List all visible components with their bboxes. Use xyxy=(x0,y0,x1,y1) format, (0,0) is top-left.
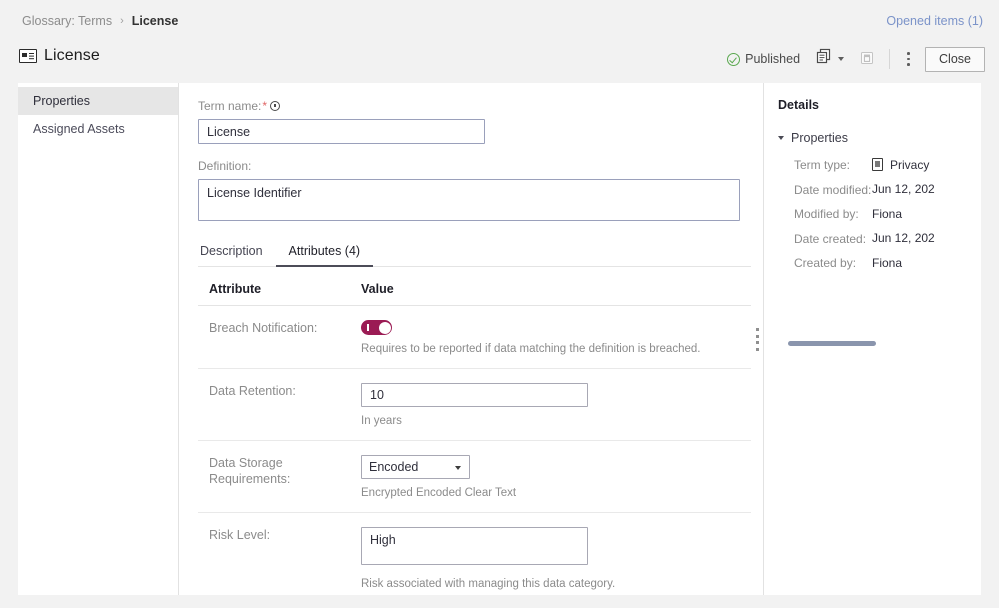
panel-resize-handle[interactable] xyxy=(751,83,764,595)
title-bar: License Published Close xyxy=(0,38,999,81)
breadcrumb-current: License xyxy=(131,14,179,28)
tab-description[interactable]: Description xyxy=(198,244,276,267)
definition-label-text: Definition: xyxy=(198,159,252,173)
page-title: License xyxy=(44,47,100,64)
attributes-table: Attribute Value Breach Notification: Req… xyxy=(198,267,751,595)
detail-row-created-by: Created by: Fiona xyxy=(794,256,981,271)
attribute-name: Breach Notification: xyxy=(209,321,318,335)
column-header-attribute: Attribute xyxy=(209,282,262,296)
toolbar-divider xyxy=(889,49,891,69)
data-retention-input[interactable] xyxy=(361,383,588,407)
detail-value: Privacy xyxy=(872,158,929,173)
attribute-name: Risk Level: xyxy=(209,528,271,542)
data-storage-requirements-select[interactable]: Encoded xyxy=(361,455,470,479)
details-section-label: Properties xyxy=(791,131,848,145)
attribute-value: Requires to be reported if data matching… xyxy=(361,320,751,356)
detail-key: Date modified: xyxy=(794,183,872,197)
term-name-label: Term name: * xyxy=(198,99,731,113)
attribute-value: Risk associated with managing this data … xyxy=(361,527,751,591)
tab-label: Description xyxy=(200,244,263,258)
breadcrumb-bar: Glossary: Terms › License Opened items (… xyxy=(0,0,999,38)
detail-value: Fiona xyxy=(872,207,903,221)
detail-key: Modified by: xyxy=(794,207,859,221)
trash-icon xyxy=(859,50,875,69)
detail-key: Date created: xyxy=(794,232,867,246)
privacy-doc-icon xyxy=(872,158,883,171)
details-section-properties[interactable]: Properties xyxy=(764,112,981,145)
term-name-input[interactable] xyxy=(198,119,485,144)
chevron-down-icon xyxy=(778,136,784,140)
sidebar-item-label: Properties xyxy=(33,94,90,108)
breadcrumb-separator: › xyxy=(120,15,124,27)
risk-level-textarea[interactable] xyxy=(361,527,588,565)
detail-value-text: Privacy xyxy=(890,158,930,172)
breadcrumb: Glossary: Terms › License xyxy=(22,14,178,28)
sidebar: Properties Assigned Assets xyxy=(18,83,179,595)
attribute-helper-text: In years xyxy=(361,415,402,427)
content-area: Properties Assigned Assets Term name: * … xyxy=(18,83,981,595)
details-panel: Details Properties Term type: Privacy Da… xyxy=(764,83,981,595)
breach-notification-toggle[interactable] xyxy=(361,320,392,335)
select-selected-value: Encoded xyxy=(369,460,419,474)
definition-textarea[interactable] xyxy=(198,179,740,221)
required-asterisk: * xyxy=(262,99,268,113)
attribute-helper-text: Encrypted Encoded Clear Text xyxy=(361,487,517,499)
main-panel: Term name: * Definition: Description xyxy=(179,83,751,595)
sidebar-item-properties[interactable]: Properties xyxy=(18,87,178,115)
details-horizontal-scrollbar[interactable] xyxy=(788,341,876,346)
table-row: Breach Notification: Requires to be repo… xyxy=(198,306,751,369)
attribute-helper-text: Requires to be reported if data matching… xyxy=(361,343,701,355)
copy-menu-button[interactable] xyxy=(816,48,845,70)
table-row: Data Storage Requirements: Encoded Encry… xyxy=(198,441,751,513)
detail-key: Term type: xyxy=(794,158,851,172)
title-group: License xyxy=(19,47,100,65)
attribute-helper-text: Risk associated with managing this data … xyxy=(361,578,616,590)
sidebar-item-assigned-assets[interactable]: Assigned Assets xyxy=(18,115,178,143)
detail-value: Jun 12, 202 xyxy=(872,182,935,196)
term-card-icon xyxy=(19,49,37,63)
attribute-name: Data Retention: xyxy=(209,384,296,398)
detail-key: Created by: xyxy=(794,256,857,270)
kebab-menu-icon[interactable] xyxy=(899,48,917,70)
close-button[interactable]: Close xyxy=(925,46,985,72)
tab-bar: Description Attributes (4) xyxy=(198,244,751,267)
attribute-name: Data Storage Requirements: xyxy=(209,456,291,486)
table-row: Data Retention: In years xyxy=(198,369,751,441)
opened-items-link[interactable]: Opened items (1) xyxy=(886,14,983,28)
details-title: Details xyxy=(778,98,819,112)
details-property-list: Term type: Privacy Date modified: Jun 12… xyxy=(764,145,981,271)
status-label: Published xyxy=(745,52,801,66)
chevron-down-icon xyxy=(455,466,461,470)
breadcrumb-root-link[interactable]: Glossary: Terms xyxy=(22,14,112,28)
detail-value: Fiona xyxy=(872,256,903,270)
attribute-value: Encoded Encrypted Encoded Clear Text xyxy=(361,455,751,500)
table-row: Risk Level: Risk associated with managin… xyxy=(198,513,751,595)
detail-row-term-type: Term type: Privacy xyxy=(794,158,981,173)
column-header-value: Value xyxy=(361,282,394,296)
status-badge: Published xyxy=(727,52,800,66)
detail-row-date-created: Date created: Jun 12, 202 xyxy=(794,231,981,247)
definition-label: Definition: xyxy=(198,159,731,173)
chevron-down-icon xyxy=(838,57,845,61)
detail-value: Jun 12, 202 xyxy=(872,231,935,245)
detail-row-date-modified: Date modified: Jun 12, 202 xyxy=(794,182,981,198)
delete-button[interactable] xyxy=(854,46,880,72)
sidebar-item-label: Assigned Assets xyxy=(33,122,125,136)
attribute-value: In years xyxy=(361,383,751,428)
check-circle-icon xyxy=(727,52,741,66)
copy-icon xyxy=(816,48,833,70)
clock-icon xyxy=(270,101,281,111)
tab-label: Attributes (4) xyxy=(288,244,361,258)
term-name-label-text: Term name: xyxy=(198,99,262,113)
detail-row-modified-by: Modified by: Fiona xyxy=(794,207,981,222)
grip-dots-icon xyxy=(756,328,759,351)
title-actions: Published Close xyxy=(727,46,985,72)
tab-attributes[interactable]: Attributes (4) xyxy=(275,244,374,267)
table-header-row: Attribute Value xyxy=(198,267,751,306)
application-window: Glossary: Terms › License Opened items (… xyxy=(0,0,999,608)
